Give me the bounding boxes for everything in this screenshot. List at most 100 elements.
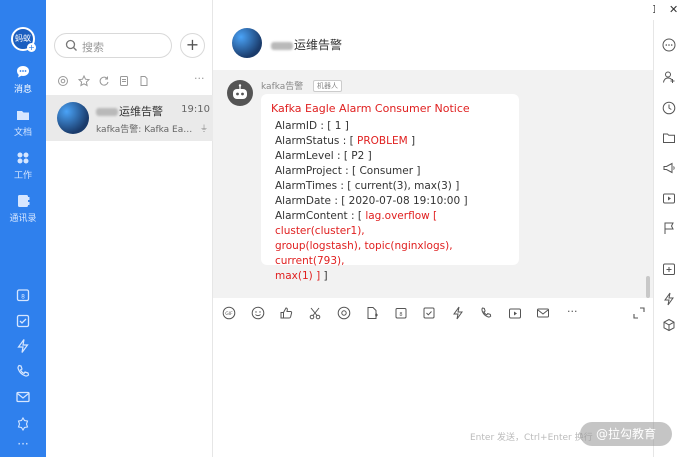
input-hint: Enter 发送，Ctrl+Enter 换行 (470, 433, 593, 443)
alarm-line: AlarmStatus : [ PROBLEM ] (271, 134, 509, 149)
emoji-icon[interactable] (251, 306, 265, 320)
add-member-icon[interactable] (662, 70, 676, 84)
add-status-icon[interactable]: + (27, 43, 36, 52)
chat-icon (17, 66, 29, 78)
search-input[interactable]: 搜索 (54, 33, 172, 58)
alarm-line: AlarmTimes : [ current(3), max(3) ] (271, 179, 509, 194)
folder-icon (17, 111, 29, 120)
more-options-icon[interactable] (662, 38, 676, 52)
message-title: Kafka Eagle Alarm Consumer Notice (271, 102, 470, 115)
refresh-icon[interactable] (98, 75, 110, 87)
grid-icon (17, 152, 29, 164)
bot-avatar[interactable] (227, 80, 253, 106)
conversation-preview: kafka告警: Kafka Eagle... (96, 125, 196, 135)
history-icon[interactable] (662, 101, 676, 115)
nav-item-docs[interactable]: 文档 (0, 107, 46, 138)
mail-icon[interactable] (15, 389, 31, 405)
alarm-line-label: AlarmTimes : [ (275, 180, 355, 192)
alarm-line-label: AlarmID : [ (275, 120, 335, 132)
alarm-content-value-end: max(1) ] (275, 270, 321, 282)
nav-label: 工作 (13, 171, 32, 181)
bolt-icon[interactable] (451, 306, 465, 320)
alarm-line: AlarmID : [ 1 ] (271, 119, 509, 134)
toolbar-more-icon[interactable]: ··· (567, 305, 578, 318)
nav-label: 通讯录 (9, 214, 37, 224)
cloud-icon[interactable] (15, 415, 31, 431)
alarm-line-label: AlarmLevel : [ (275, 150, 352, 162)
close-button[interactable]: ✕ (669, 3, 678, 16)
alarm-line: AlarmDate : [ 2020-07-08 19:10:00 ] (271, 194, 509, 209)
message-sender: kafka告警 (261, 82, 304, 92)
alarm-line-value: 2020-07-08 19:10:00 (348, 195, 461, 207)
contacts-icon (18, 195, 30, 207)
message-area: kafka告警 机器人 Kafka Eagle Alarm Consumer N… (213, 70, 653, 298)
alarm-line-suffix: ] (413, 165, 421, 177)
svg-text:8: 8 (399, 312, 402, 318)
message-bubble[interactable]: Kafka Eagle Alarm Consumer Notice AlarmI… (261, 94, 519, 282)
nav-item-contacts[interactable]: 通讯录 (0, 193, 46, 224)
right-toolbar (653, 20, 684, 457)
alarm-line-label: AlarmProject : [ (275, 165, 360, 177)
thumbs-up-icon[interactable] (279, 306, 293, 320)
alarm-content-line-2: group(logstash), topic(nginxlogs), curre… (275, 240, 453, 267)
message-lines: AlarmID : [ 1 ] AlarmStatus : [ PROBLEM ]… (271, 119, 509, 209)
alarm-line-label: AlarmDate : [ (275, 195, 349, 207)
file-icon[interactable] (138, 75, 150, 87)
folder-icon[interactable] (662, 131, 676, 145)
my-avatar[interactable]: 蚂蚁 + (11, 27, 36, 52)
conversation-name: 运维告警 (96, 103, 163, 119)
watermark: @拉勾教育 (580, 422, 672, 446)
alarm-line-suffix: ] (451, 180, 460, 192)
doc-icon[interactable] (118, 75, 130, 87)
add-button[interactable]: + (180, 33, 205, 58)
call-icon[interactable] (479, 306, 493, 320)
announcement-icon[interactable] (662, 161, 676, 175)
left-nav-bar: 蚂蚁 + 消息 文档 工作 通讯录 8 ··· (0, 0, 46, 457)
gif-icon[interactable]: GIF (222, 306, 236, 320)
live-icon[interactable] (508, 306, 522, 320)
alarm-line-value: current(3), max(3) (354, 180, 452, 192)
robot-icon (233, 84, 247, 99)
cube-icon[interactable] (662, 318, 676, 332)
nav-item-work[interactable]: 工作 (0, 150, 46, 181)
redacted-name (96, 108, 118, 116)
alarm-line-label: AlarmStatus : [ (275, 135, 358, 147)
live-icon[interactable] (662, 191, 676, 205)
bolt-icon[interactable] (15, 338, 31, 354)
svg-text:GIF: GIF (225, 311, 233, 317)
file-upload-icon[interactable] (365, 306, 379, 320)
alarm-line-suffix: ] (341, 120, 349, 132)
flag-icon[interactable] (662, 221, 676, 235)
filter-more-icon[interactable]: ··· (194, 72, 205, 85)
alarm-line-value: P2 (351, 150, 365, 162)
expand-icon[interactable] (632, 306, 646, 320)
star-icon[interactable] (78, 75, 90, 87)
chat-panel: 运维告警 kafka告警 机器人 Kafka Eagle Alarm Consu… (213, 0, 653, 457)
my-avatar-text: 蚂蚁 (15, 34, 31, 43)
at-icon[interactable] (57, 75, 69, 87)
alarm-line-value: Consumer (359, 165, 414, 177)
alarm-line-suffix: ] (407, 135, 416, 147)
mute-icon: ⏚ (200, 124, 208, 133)
scrollbar[interactable] (646, 276, 650, 298)
more-icon[interactable]: ··· (0, 437, 46, 451)
calendar-icon[interactable]: 8 (394, 306, 408, 320)
task-icon[interactable] (422, 306, 436, 320)
nav-item-messages[interactable]: 消息 (0, 64, 46, 95)
phone-icon[interactable] (15, 363, 31, 379)
svg-text:8: 8 (21, 294, 25, 301)
check-icon[interactable] (15, 313, 31, 329)
search-placeholder: 搜索 (82, 41, 104, 54)
robot-badge: 机器人 (313, 80, 342, 92)
alarm-content-suffix: ] (320, 270, 328, 282)
calendar-icon[interactable]: 8 (15, 287, 31, 303)
mail-icon[interactable] (536, 306, 550, 320)
scissors-icon[interactable] (308, 306, 322, 320)
bolt-icon[interactable] (662, 292, 676, 306)
conversation-item[interactable]: 运维告警 19:10 kafka告警: Kafka Eagle... ⏚ (46, 95, 213, 141)
mention-icon[interactable] (337, 306, 351, 320)
chat-header-avatar (232, 28, 262, 58)
app-add-icon[interactable] (662, 262, 676, 276)
chat-title: 运维告警 (271, 36, 342, 53)
nav-label: 文档 (13, 128, 32, 138)
